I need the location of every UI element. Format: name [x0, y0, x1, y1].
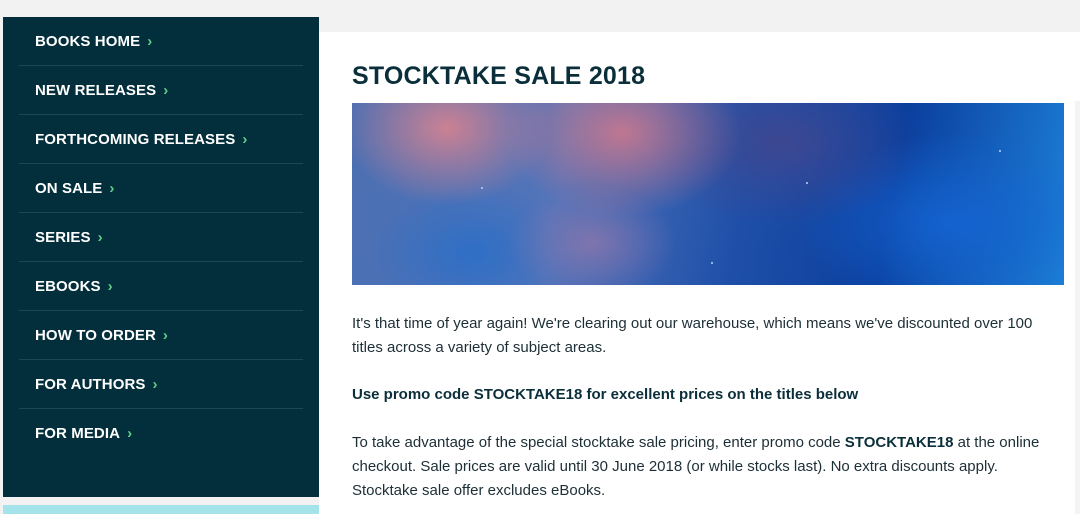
- promo-code: STOCKTAKE18: [844, 434, 954, 451]
- sidebar-item-label: FOR AUTHORS: [35, 375, 146, 393]
- sale-banner-image: [352, 103, 1064, 285]
- main-content: STOCKTAKE SALE 2018 It's that time of ye…: [319, 32, 1080, 514]
- sidebar-item-label: FORTHCOMING RELEASES: [35, 130, 236, 148]
- sidebar-item-ebooks[interactable]: EBOOKS ›: [19, 262, 303, 311]
- sidebar-item-new-releases[interactable]: NEW RELEASES ›: [19, 66, 303, 115]
- sidebar-item-forthcoming-releases[interactable]: FORTHCOMING RELEASES ›: [19, 115, 303, 164]
- chevron-right-icon: ›: [242, 130, 248, 148]
- chevron-right-icon: ›: [97, 228, 103, 246]
- chevron-right-icon: ›: [107, 277, 113, 295]
- sidebar-bottom-strip: [3, 505, 319, 514]
- sidebar-item-on-sale[interactable]: ON SALE ›: [19, 164, 303, 213]
- promo-heading: Use promo code STOCKTAKE18 for excellent…: [352, 386, 859, 403]
- nav-list: BOOKS HOME › NEW RELEASES › FORTHCOMING …: [3, 17, 319, 457]
- intro-paragraph: It's that time of year again! We're clea…: [352, 315, 1033, 356]
- sidebar-item-label: SERIES: [35, 228, 91, 246]
- scroll-edge: [1075, 101, 1080, 514]
- sidebar-item-for-authors[interactable]: FOR AUTHORS ›: [19, 360, 303, 409]
- chevron-right-icon: ›: [152, 375, 158, 393]
- page-title: STOCKTAKE SALE 2018: [352, 62, 646, 90]
- sidebar-item-books-home[interactable]: BOOKS HOME ›: [19, 17, 303, 66]
- chevron-right-icon: ›: [127, 424, 133, 442]
- sidebar-item-label: HOW TO ORDER: [35, 326, 156, 344]
- sidebar-item-label: ON SALE: [35, 179, 103, 197]
- sidebar-item-label: EBOOKS: [35, 277, 101, 295]
- sidebar-item-label: NEW RELEASES: [35, 81, 157, 99]
- sidebar-item-how-to-order[interactable]: HOW TO ORDER ›: [19, 311, 303, 360]
- sidebar-item-for-media[interactable]: FOR MEDIA ›: [19, 409, 303, 457]
- sidebar-item-label: BOOKS HOME: [35, 32, 141, 50]
- details-paragraph: To take advantage of the special stockta…: [352, 431, 1057, 503]
- chevron-right-icon: ›: [162, 326, 168, 344]
- sidebar-item-series[interactable]: SERIES ›: [19, 213, 303, 262]
- sidebar-item-label: FOR MEDIA: [35, 424, 121, 442]
- chevron-right-icon: ›: [147, 32, 153, 50]
- sidebar-nav: BOOKS HOME › NEW RELEASES › FORTHCOMING …: [3, 17, 319, 497]
- chevron-right-icon: ›: [163, 81, 169, 99]
- chevron-right-icon: ›: [109, 179, 115, 197]
- details-text-start: To take advantage of the special stockta…: [352, 434, 845, 451]
